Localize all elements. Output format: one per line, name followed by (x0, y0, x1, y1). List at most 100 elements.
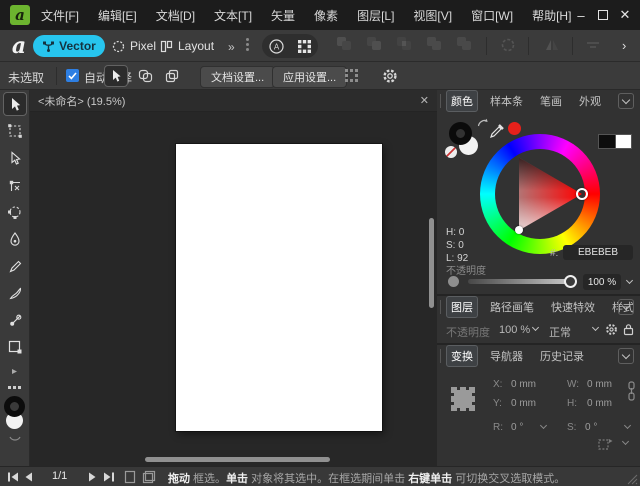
tab-swatches[interactable]: 样本条 (485, 90, 528, 112)
grayscale-swatch[interactable] (598, 134, 632, 149)
blend-gear-icon[interactable] (605, 323, 618, 336)
snapping-presets-icon[interactable] (344, 68, 360, 84)
last-page-button[interactable] (103, 472, 115, 482)
menu-help[interactable]: 帮助[H] (529, 5, 574, 26)
layer-opacity-chevron[interactable] (532, 324, 539, 331)
menu-text[interactable]: 文本[T] (211, 5, 255, 26)
shear-chevron[interactable] (624, 422, 631, 429)
select-mode-copy-button[interactable] (160, 65, 184, 87)
opacity-preset-chevron[interactable] (621, 274, 637, 290)
anchor-point-selector[interactable] (449, 385, 477, 413)
menu-window[interactable]: 窗口[W] (468, 5, 516, 26)
grid-icon[interactable] (297, 39, 312, 54)
color-wheel[interactable] (480, 134, 600, 254)
transparency-tool[interactable] (3, 308, 27, 332)
select-mode-objects-button[interactable] (133, 65, 157, 87)
menu-file[interactable]: 文件[F] (38, 5, 82, 26)
rotation-chevron[interactable] (540, 422, 547, 429)
tab-close-icon[interactable]: ✕ (420, 94, 429, 107)
pencil-tool[interactable] (3, 254, 27, 278)
previous-page-button[interactable] (24, 472, 33, 482)
white-swatch[interactable] (615, 134, 633, 149)
page-view-icon[interactable] (124, 470, 136, 484)
vector-brush-tool[interactable] (3, 281, 27, 305)
boolean-add-icon[interactable] (336, 36, 352, 51)
horizontal-scrollbar[interactable] (145, 457, 330, 462)
sl-selector[interactable] (515, 226, 523, 234)
blend-mode-select[interactable]: 正常 (549, 324, 571, 340)
more-tools-flyout[interactable] (0, 362, 29, 380)
boolean-intersect-icon[interactable] (396, 36, 412, 51)
app-settings-button[interactable]: 应用设置... (272, 66, 347, 88)
tab-navigator[interactable]: 导航器 (485, 345, 528, 367)
tab-appearance[interactable]: 外观 (574, 90, 606, 112)
transform-mode-chevron[interactable] (622, 438, 629, 445)
hue-selector[interactable] (576, 188, 588, 200)
persona-pixel-button[interactable]: Pixel (112, 35, 156, 57)
move-by-whole-pixels-icon[interactable]: A (268, 38, 285, 55)
y-field[interactable]: 0 mm (511, 398, 536, 409)
flip-icon[interactable] (544, 37, 560, 53)
boolean-divide-icon[interactable] (426, 36, 442, 51)
menu-edit[interactable]: 编辑[E] (95, 5, 140, 26)
no-color-icon[interactable] (445, 146, 457, 158)
auto-select-checkbox[interactable] (66, 69, 79, 82)
opacity-slider[interactable] (468, 279, 571, 284)
point-transform-tool[interactable] (3, 173, 27, 197)
tab-path-brushes[interactable]: 路径画笔 (485, 296, 539, 318)
vertical-scrollbar[interactable] (429, 218, 434, 308)
move-tool[interactable] (3, 92, 27, 116)
swap-colors-icon[interactable] (9, 436, 21, 443)
minimize-button[interactable]: – (570, 4, 592, 26)
document-tab[interactable]: <未命名> (19.5%) (38, 93, 125, 109)
toolbar-overflow-button[interactable]: › (622, 38, 626, 53)
black-swatch[interactable] (598, 134, 615, 149)
corner-tool[interactable] (3, 200, 27, 224)
gear-icon[interactable] (382, 68, 398, 84)
menu-layer[interactable]: 图层[L] (354, 5, 397, 26)
stroke-fill-selector[interactable] (0, 394, 29, 450)
snapping-icon[interactable] (500, 37, 516, 53)
persona-overflow-button[interactable]: » (228, 40, 235, 54)
tab-transform[interactable]: 变换 (446, 345, 478, 367)
layer-opacity-value[interactable]: 100 % (499, 324, 530, 336)
lock-icon[interactable] (623, 323, 634, 336)
tab-quick-fx[interactable]: 快速特效 (546, 296, 600, 318)
canvas[interactable] (30, 112, 437, 466)
artboard-tool[interactable] (3, 119, 27, 143)
customize-toolbar-dots[interactable] (0, 380, 29, 394)
layers-panel-menu-button[interactable] (618, 299, 634, 315)
tab-layers[interactable]: 图层 (446, 296, 478, 318)
node-tool[interactable] (3, 146, 27, 170)
rotation-field[interactable]: 0 ° (511, 422, 523, 433)
persona-vector-button[interactable]: Vector (33, 35, 105, 57)
w-field[interactable]: 0 mm (587, 379, 612, 390)
maximize-button[interactable] (592, 4, 614, 26)
pen-tool[interactable] (3, 227, 27, 251)
spread-view-icon[interactable] (142, 470, 156, 484)
next-page-button[interactable] (88, 472, 97, 482)
stroke-color-well[interactable] (4, 396, 25, 417)
hex-input[interactable]: EBEBEB (563, 245, 633, 260)
shear-field[interactable]: 0 ° (585, 422, 597, 433)
opacity-slider-knob[interactable] (564, 275, 577, 288)
menu-view[interactable]: 视图[V] (410, 5, 455, 26)
stroke-color-well[interactable] (449, 122, 472, 145)
resize-grip[interactable] (626, 473, 638, 485)
menu-pixel[interactable]: 像素 (311, 5, 341, 26)
x-field[interactable]: 0 mm (511, 379, 536, 390)
boolean-subtract-icon[interactable] (366, 36, 382, 51)
h-field[interactable]: 0 mm (587, 398, 612, 409)
link-dimensions-icon[interactable] (627, 381, 636, 401)
tab-history[interactable]: 历史记录 (535, 345, 589, 367)
opacity-value-box[interactable]: 100 % (583, 274, 621, 290)
opacity-none-dot[interactable] (448, 276, 459, 287)
close-button[interactable]: ✕ (614, 4, 636, 26)
persona-layout-button[interactable]: Layout (160, 35, 214, 57)
rectangle-tool[interactable] (3, 335, 27, 359)
color-panel-menu-button[interactable] (618, 93, 634, 109)
menu-document[interactable]: 文档[D] (153, 5, 198, 26)
tab-stroke[interactable]: 笔画 (535, 90, 567, 112)
first-page-button[interactable] (7, 472, 19, 482)
document-settings-button[interactable]: 文档设置... (200, 66, 275, 88)
